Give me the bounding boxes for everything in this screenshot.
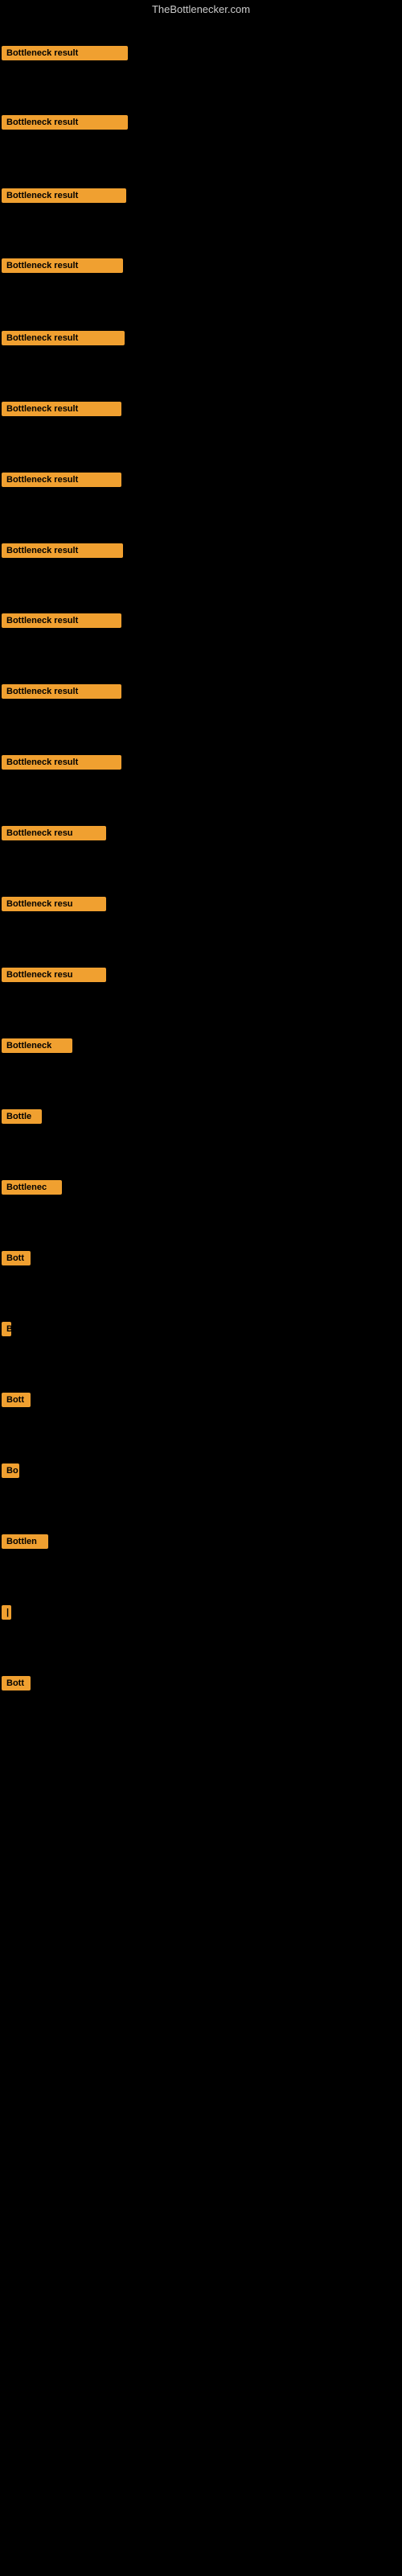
bottleneck-badge: Bottleneck result xyxy=(2,402,121,416)
bottleneck-badge: Bott xyxy=(2,1251,31,1265)
bottleneck-badge: Bottleneck resu xyxy=(2,826,106,840)
bottleneck-badge: Bott xyxy=(2,1676,31,1690)
bottleneck-badge: Bottleneck result xyxy=(2,543,123,558)
bottleneck-badge: B xyxy=(2,1322,11,1336)
bottleneck-badge: Bottleneck result xyxy=(2,473,121,487)
bottleneck-badge: Bottleneck result xyxy=(2,46,128,60)
bottleneck-badge: Bottleneck result xyxy=(2,258,123,273)
bottleneck-badge: Bottleneck result xyxy=(2,684,121,699)
bottleneck-badge: Bott xyxy=(2,1393,31,1407)
bottleneck-badge: Bottleneck resu xyxy=(2,968,106,982)
bottleneck-badge: Bottleneck resu xyxy=(2,897,106,911)
bottleneck-badge: Bottlen xyxy=(2,1534,48,1549)
bottleneck-badge: Bottleneck result xyxy=(2,115,128,130)
bottleneck-badge: Bottleneck result xyxy=(2,613,121,628)
bottleneck-badge: Bottle xyxy=(2,1109,42,1124)
bottleneck-badge: Bottleneck result xyxy=(2,188,126,203)
bottleneck-badge: Bottlenec xyxy=(2,1180,62,1195)
bottleneck-badge: Bottleneck xyxy=(2,1038,72,1053)
bottleneck-badge: | xyxy=(2,1605,11,1620)
bottleneck-badge: Bottleneck result xyxy=(2,331,125,345)
bottleneck-badge: Bottleneck result xyxy=(2,755,121,770)
site-title: TheBottlenecker.com xyxy=(0,0,402,20)
bottleneck-badge: Bo xyxy=(2,1463,19,1478)
